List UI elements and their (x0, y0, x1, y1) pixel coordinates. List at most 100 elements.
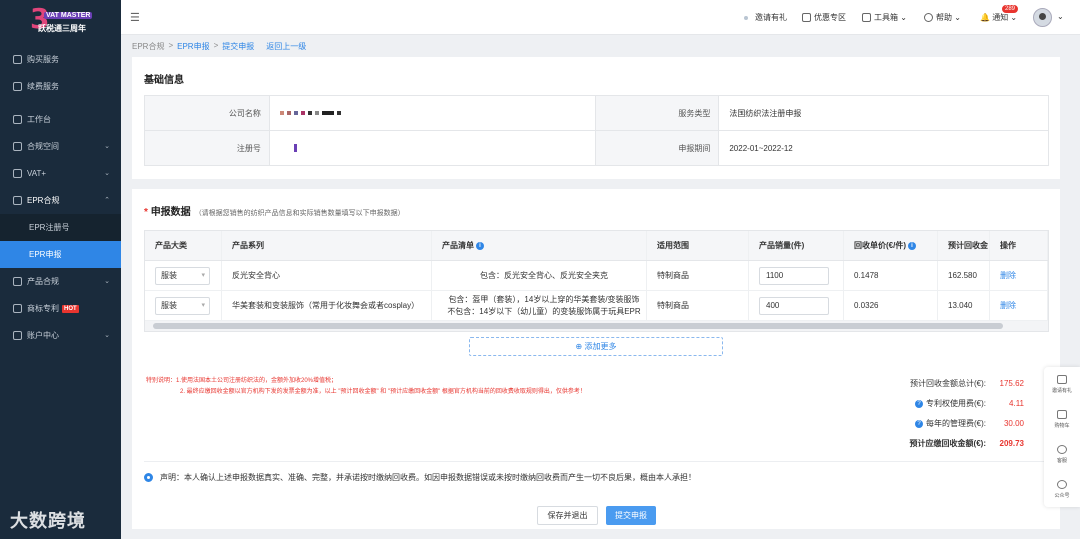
save-exit-button[interactable]: 保存并退出 (537, 506, 598, 525)
special-notes: 特别说明：1.使用法国本土公司注册纺织法的，金额外加收20%增值税； 2. 最终… (146, 376, 586, 398)
total-row: 预计回收金额总计(€): 175.62 (910, 374, 1024, 394)
desk-icon (13, 115, 22, 124)
notify-menu[interactable]: 🔔 通知 ⌄ (980, 12, 1017, 23)
period-value: 2022-01~2022-12 (719, 131, 1049, 166)
float-wechat[interactable]: 公众号 (1044, 472, 1080, 507)
list-line: 不包含：14岁以下（幼儿童）的变装服饰属于玩具EPR (447, 306, 641, 316)
sidebar-item-product[interactable]: 产品合规 ⌄ (0, 268, 121, 295)
question-icon[interactable]: ? (915, 399, 923, 408)
note-line-1: 特别说明：1.使用法国本土公司注册纺织法的，金额外加收20%增值税； (146, 378, 338, 384)
sidebar-item-vat[interactable]: VAT+ ⌄ (0, 160, 121, 187)
vat-icon (13, 169, 22, 178)
category-cell: 服装 (145, 291, 222, 320)
category-cell: 服装 (145, 261, 222, 290)
space-icon (13, 142, 22, 151)
payable-label: 预计应缴回收金额(€): (909, 439, 986, 448)
question-icon[interactable]: ? (915, 419, 923, 428)
sidebar-item-account[interactable]: 账户中心 ⌄ (0, 322, 121, 349)
logo[interactable]: 3 VAT MASTER 跃税通三周年 (0, 0, 121, 40)
bag-icon (13, 55, 22, 64)
sidebar-item-epr[interactable]: EPR合规 ⌃ (0, 187, 121, 214)
coupon-icon (802, 13, 811, 22)
float-service[interactable]: 客服 (1044, 437, 1080, 472)
menu-collapse-icon[interactable]: ☰ (130, 11, 140, 24)
gift-icon (1057, 375, 1067, 384)
promo-link[interactable]: 优惠专区 (802, 12, 846, 23)
declare-title: * 申报数据 （请根据您销售的纺织产品信息和实际销售数量填写以下申报数据） (144, 207, 405, 218)
headset-icon (1057, 445, 1067, 454)
statement-radio[interactable] (144, 473, 153, 482)
chevron-down-icon[interactable]: ⌄ (1057, 12, 1064, 21)
totals: 预计回收金额总计(€): 175.62 ? 专利权使用费(€): 4.11 ? 每年的管… (910, 374, 1024, 454)
promo-label: 优惠专区 (814, 13, 846, 22)
sidebar-item-buy[interactable]: 购买服务 (0, 46, 121, 73)
breadcrumb-sep: > (213, 41, 219, 50)
float-cart[interactable]: 购物车 (1044, 402, 1080, 437)
breadcrumb-declare[interactable]: EPR申报 (177, 41, 209, 52)
chevron-down-icon: ⌄ (104, 278, 110, 285)
info-icon[interactable]: i (476, 241, 484, 250)
add-more-button[interactable]: ⊕ 添加更多 (469, 337, 723, 356)
toolbox-menu[interactable]: 工具箱 ⌄ (862, 12, 907, 23)
sidebar-item-epr-reg[interactable]: EPR注册号 (0, 214, 121, 241)
qty-input[interactable]: 400 (759, 296, 829, 315)
avatar[interactable] (1033, 8, 1052, 27)
renew-icon (13, 82, 22, 91)
help-menu[interactable]: 帮助 ⌄ (924, 12, 961, 23)
sidebar-item-renew[interactable]: 续费服务 (0, 73, 121, 100)
divider (144, 461, 1049, 462)
sidebar-item-epr-declare[interactable]: EPR申报 (0, 241, 121, 268)
hot-badge: HOT (62, 304, 79, 313)
total-value: 175.62 (999, 379, 1024, 388)
help-label: 帮助 (936, 13, 952, 22)
sidebar-item-workbench[interactable]: 工作台 (0, 106, 121, 133)
price-cell: 0.0326 (844, 291, 938, 320)
float-invite[interactable]: 邀请有礼 (1044, 367, 1080, 402)
notify-label: 通知 (992, 13, 1009, 22)
chevron-down-icon: ⌄ (104, 170, 110, 177)
invite-link[interactable]: 邀请有礼 (744, 12, 787, 23)
sidebar-item-trademark[interactable]: 商标专利 HOT (0, 295, 121, 322)
total-label: 预计回收金额总计(€): (910, 379, 986, 388)
col-op: 操作 (990, 231, 1048, 260)
category-select[interactable]: 服装 (155, 296, 210, 315)
product-icon (13, 277, 22, 286)
qty-input[interactable]: 1100 (759, 266, 829, 285)
sidebar-item-compliance[interactable]: 合规空间 ⌄ (0, 133, 121, 160)
basic-info-table: 公司名称 服务类型 法国纺织法注册申报 注册号 申报期间 2022-01~202… (144, 95, 1049, 166)
sidebar-item-label: EPR申报 (29, 250, 62, 259)
col-scope: 适用范围 (647, 231, 749, 260)
wechat-icon (1057, 480, 1067, 489)
delete-button[interactable]: 删除 (990, 261, 1048, 290)
sidebar-item-label: 购买服务 (27, 55, 59, 64)
col-price: 回收单价(€/件) i (844, 231, 938, 260)
list-line: 包含：反光安全背心、反光安全夹克 (480, 270, 608, 280)
table-row: 服装 华美套装和变装服饰（常用于化妆舞会或者cosplay） 包含：盔甲（套装）… (145, 291, 1048, 321)
submit-button[interactable]: 提交申报 (606, 506, 656, 525)
trademark-icon (13, 304, 22, 313)
horizontal-scrollbar[interactable] (145, 321, 1048, 331)
qty-cell: 400 (749, 291, 844, 320)
topbar: ☰ 邀请有礼 优惠专区 工具箱 ⌄ 帮助 ⌄ 🔔 通知 ⌄ 289 ⌄ (121, 0, 1080, 35)
mgmt-row: ? 每年的管理费(€): 30.00 (910, 414, 1024, 434)
breadcrumb-epr[interactable]: EPR合规 (132, 41, 164, 52)
scrollbar-thumb[interactable] (153, 323, 1003, 329)
service-label: 服务类型 (595, 96, 720, 131)
reg-label: 注册号 (145, 131, 270, 166)
sidebar-item-label: 合规空间 (27, 142, 59, 151)
breadcrumb-submit: 提交申报 (222, 42, 255, 51)
series-cell: 华美套装和变装服饰（常用于化妆舞会或者cosplay） (222, 291, 432, 320)
back-link[interactable]: 返回上一级 (266, 41, 306, 52)
category-select[interactable]: 服装 (155, 266, 210, 285)
basic-info-title: 基础信息 (144, 75, 184, 86)
company-label: 公司名称 (145, 96, 270, 131)
sidebar-item-label: 商标专利 (27, 304, 59, 313)
table-header: 产品大类 产品系列 产品清单 i 适用范围 产品销量(件) 回收单价(€/件) i … (145, 231, 1048, 261)
col-amount: 预计回收金 (938, 231, 990, 260)
delete-button[interactable]: 删除 (990, 291, 1048, 320)
patent-value: 4.11 (1009, 399, 1024, 408)
payable-value: 209.73 (999, 439, 1024, 448)
sidebar-item-label: 账户中心 (27, 331, 59, 340)
info-icon[interactable]: i (908, 241, 916, 250)
series-cell: 反光安全背心 (222, 261, 432, 290)
